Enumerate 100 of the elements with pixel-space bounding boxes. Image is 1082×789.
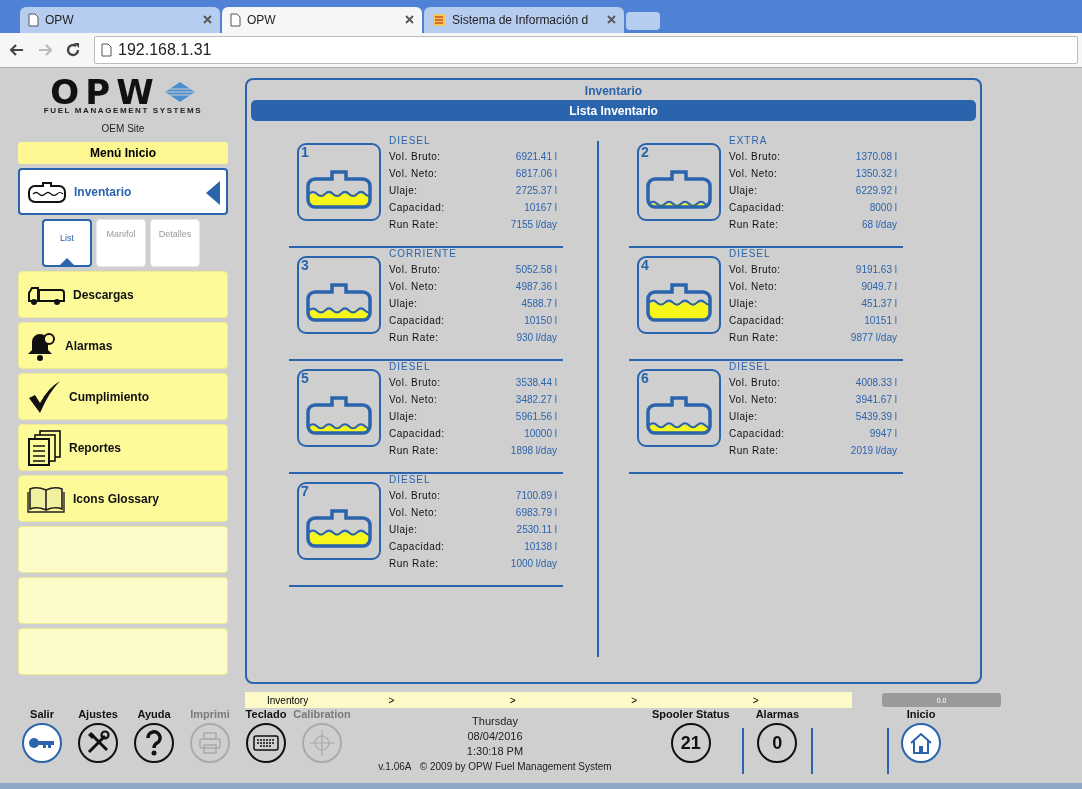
tool-button[interactable]: [78, 723, 118, 764]
tank-number: 5: [301, 371, 309, 386]
field-value: 930 l/day: [516, 332, 557, 344]
tool-button[interactable]: [134, 723, 174, 764]
field-value: 8000 l: [869, 202, 897, 214]
menu-item[interactable]: Alarmas: [18, 322, 228, 370]
field-label: Ulaje:: [389, 524, 418, 536]
menu-item[interactable]: Cumplimiento: [18, 373, 228, 421]
field-label: Vol. Neto:: [729, 394, 778, 406]
tool-label: Salir: [30, 708, 54, 721]
tank-icon: [645, 395, 713, 438]
tank-icon: [305, 169, 373, 212]
field-value: 5961.56 l: [515, 411, 557, 423]
tank-card[interactable]: 1 DIESEL Vol. Bruto: 6921.41 l Vol. Neto: 6817.06 l Ulaje: 2725.37 l Capacidad: 10167 l Run Rate: 7155 l/day: [289, 135, 563, 249]
tool-label: Teclado: [245, 708, 287, 721]
tank-card[interactable]: 5 DIESEL Vol. Bruto: 3538.44 l Vol. Neto: 3482.27 l Ulaje: 5961.56 l Capacidad: 10000 l Run Rate: 1898 l/day: [289, 361, 563, 475]
field-label: Capacidad:: [729, 315, 785, 327]
field-value: 9877 l/day: [850, 332, 897, 344]
browser-tab[interactable]: OPW: [20, 6, 220, 33]
breadcrumb-item[interactable]: >: [609, 694, 731, 706]
tank-card[interactable]: 3 CORRIENTE Vol. Bruto: 5052.58 l Vol. Neto: 4987.36 l Ulaje: 4588.7 l Capacidad: 10150 l Run Rate: 930 l/day: [289, 248, 563, 362]
page-icon: [230, 12, 241, 27]
tank-icon: [305, 508, 373, 551]
diamond-logo-icon: [163, 81, 196, 104]
field-label: Vol. Neto:: [729, 281, 778, 293]
breadcrumb-item[interactable]: >: [487, 694, 610, 706]
logo-wordmark: OPW: [50, 78, 160, 107]
product-name: EXTRA: [729, 135, 769, 149]
field-label: Capacidad:: [389, 541, 445, 553]
address-field[interactable]: 192.168.1.31: [94, 35, 1078, 64]
browser-tab[interactable]: OPW: [222, 6, 422, 33]
tank-card[interactable]: 4 DIESEL Vol. Bruto: 9191.63 l Vol. Neto: 9049.7 l Ulaje: 451.37 l Capacidad: 10151 l Run Rate: 9877 l/day: [629, 248, 903, 362]
spooler-label: Spooler Status: [652, 708, 730, 721]
sub-tab[interactable]: List: [42, 219, 92, 268]
field-value: 10167 l: [524, 202, 557, 214]
field-label: Capacidad:: [389, 202, 445, 214]
field-label: Vol. Bruto:: [729, 151, 781, 163]
field-value: 6817.06 l: [515, 168, 557, 180]
field-value: 2725.37 l: [515, 185, 557, 197]
spooler-count[interactable]: 21: [670, 723, 711, 764]
field-value: 9947 l: [869, 428, 897, 440]
field-value: 3482.27 l: [515, 394, 557, 406]
field-value: 10150 l: [524, 315, 557, 327]
tank-card[interactable]: 2 EXTRA Vol. Bruto: 1370.08 l Vol. Neto: 1350.32 l Ulaje: 6229.92 l Capacidad: 8000 l Run Rate: 68 l/day: [629, 135, 903, 249]
field-label: Ulaje:: [729, 298, 758, 310]
crosshair-icon: [308, 729, 336, 758]
tool-button[interactable]: [246, 723, 286, 764]
field-value: 2530.11 l: [516, 524, 557, 536]
field-value: 2019 l/day: [850, 445, 897, 457]
panel-header-bar: Lista Inventario: [251, 100, 976, 122]
close-icon[interactable]: [405, 15, 414, 25]
field-value: 6921.41 l: [515, 151, 557, 163]
tool-button[interactable]: [22, 723, 62, 764]
bell-icon: [27, 330, 57, 361]
home-button[interactable]: [901, 723, 942, 764]
tank-number: 7: [301, 484, 309, 499]
alarms-count[interactable]: 0: [757, 723, 798, 764]
close-icon[interactable]: [203, 15, 212, 25]
field-value: 1898 l/day: [510, 445, 557, 457]
reload-icon[interactable]: [66, 42, 80, 57]
field-label: Vol. Neto:: [729, 168, 778, 180]
tank-number: 2: [641, 145, 649, 160]
field-label: Run Rate:: [389, 219, 439, 231]
field-label: Ulaje:: [729, 411, 758, 423]
caret-icon: [206, 181, 220, 206]
breadcrumb-item[interactable]: Inventory: [245, 694, 367, 706]
menu-item[interactable]: Reportes: [18, 424, 228, 472]
menu-item[interactable]: Descargas: [18, 271, 228, 319]
tank-icon: [645, 282, 713, 325]
close-icon[interactable]: [607, 15, 616, 25]
field-label: Vol. Bruto:: [389, 377, 441, 389]
field-value: 10151 l: [864, 315, 897, 327]
breadcrumb-item[interactable]: >: [366, 694, 488, 706]
page-icon: [28, 12, 39, 27]
field-value: 7155 l/day: [510, 219, 557, 231]
field-label: Run Rate:: [729, 219, 779, 231]
tank-icon: [28, 180, 66, 203]
menu-item[interactable]: Icons Glossary: [18, 475, 228, 523]
field-label: Vol. Neto:: [389, 394, 438, 406]
field-value: 5439.39 l: [855, 411, 897, 423]
field-value: 9191.63 l: [855, 264, 897, 276]
tank-card[interactable]: 6 DIESEL Vol. Bruto: 4008.33 l Vol. Neto: 3941.67 l Ulaje: 5439.39 l Capacidad: 9947 l Run Rate: 2019 l/day: [629, 361, 903, 475]
tool-label: Imprimi: [190, 708, 230, 721]
help-icon: [145, 730, 163, 757]
stack-icon: [432, 12, 446, 27]
back-icon[interactable]: [10, 43, 24, 56]
product-name: DIESEL: [389, 361, 432, 375]
menu-item[interactable]: Inventario: [18, 168, 228, 216]
breadcrumb-item[interactable]: >: [730, 694, 853, 706]
field-label: Ulaje:: [389, 298, 418, 310]
tank-number: 4: [641, 258, 649, 273]
keyboard-icon: [253, 735, 279, 752]
field-value: 6983.79 l: [515, 507, 557, 519]
field-label: Vol. Neto:: [389, 507, 438, 519]
field-value: 10000 l: [524, 428, 557, 440]
browser-tab[interactable]: Sistema de Información d: [424, 6, 624, 33]
field-value: 9049.7 l: [861, 281, 897, 293]
version-footer: v.1.06A © 2009 by OPW Fuel Management System: [378, 759, 612, 775]
day-label: Thursday: [472, 714, 518, 730]
tank-card[interactable]: 7 DIESEL Vol. Bruto: 7100.89 l Vol. Neto: 6983.79 l Ulaje: 2530.11 l Capacidad: 10138 l Run Rate: 1000 l/day: [289, 474, 563, 588]
